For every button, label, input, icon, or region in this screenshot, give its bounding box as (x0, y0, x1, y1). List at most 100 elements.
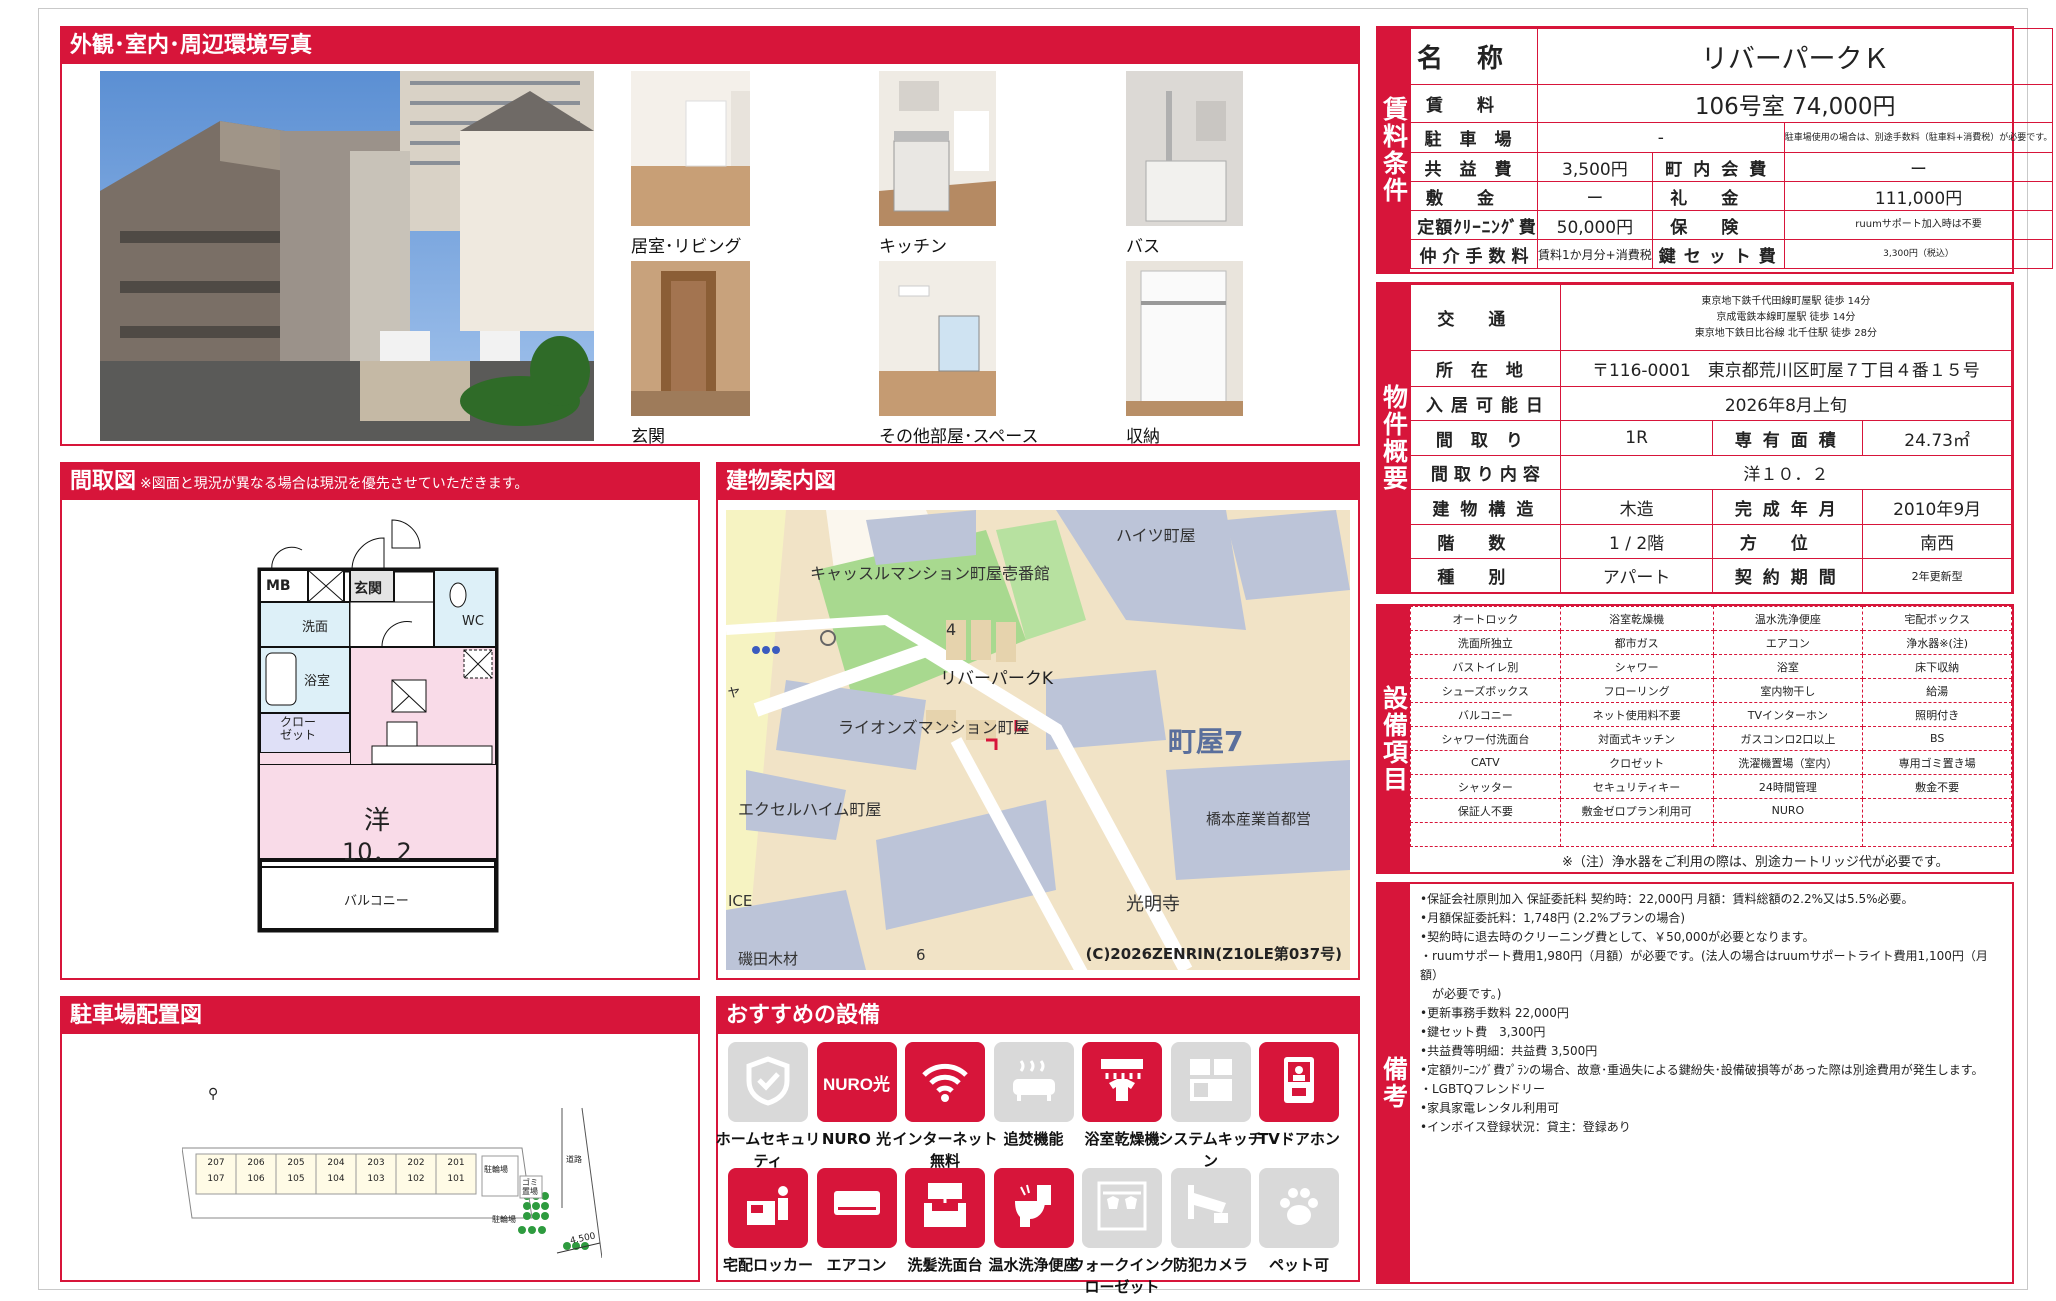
equipment-footnote: ※（注）浄水器をご利用の際は、別途カートリッジ代が必要です。 (1562, 855, 1949, 870)
recommended-tile (728, 1042, 808, 1122)
remark-line: •月額保証委託料：1,748円 (2.2%プランの場合) (1420, 911, 1686, 925)
equipment-row: シューズボックス フローリング 室内物干し 給湯 (1410, 678, 2012, 703)
tv-intercom-icon (1272, 1053, 1326, 1111)
unit-104: 104 (327, 1174, 345, 1184)
layout-value: 1R (1559, 420, 1714, 456)
rent-value: 106号室 74,000円 (1537, 84, 2054, 123)
equipment-item: 都市ガス (1559, 630, 1714, 655)
insurance-value: ruumサポート加入時は不要 (1783, 210, 2054, 240)
equipment-item: 敷金ゼロプラン利用可 (1559, 798, 1714, 823)
parking-value: - (1537, 122, 1785, 153)
equipment-row: バルコニー ネット使用料不要 TVインターホン 照明付き (1410, 702, 2012, 727)
map-label-castle: キャッスルマンション町屋壱番館 (810, 564, 1051, 583)
equipment-item: 敷金不要 (1862, 774, 2012, 799)
remark-line: •保証会社原則加入 保証委託料 契約時：22,000円 月額：賃料総額の2.2%… (1420, 892, 1914, 906)
layout-detail-label: 間取り内容 (1410, 455, 1561, 490)
equipment-item (1862, 822, 2012, 847)
key-exchange-label: 鍵セット費 (1651, 239, 1785, 269)
property-side-label: 物件概要 (1378, 284, 1410, 592)
remarks-side-text: 備考 (1379, 1056, 1409, 1110)
bath-photo[interactable] (1126, 71, 1243, 226)
entrance-photo[interactable] (631, 261, 750, 416)
rent-label: 賃料 (1409, 84, 1539, 123)
recommended-tile (993, 1168, 1074, 1248)
recommended-tile (1170, 1168, 1251, 1248)
equipment-item: 温水洗浄便座 (1712, 606, 1864, 631)
parking-note: 駐車場使用の場合は、別途手数料（駐車料+消費税）が必要です。 (1783, 122, 2054, 153)
area-map[interactable]: ハイツ町屋 キャッスルマンション町屋壱番館 4 リバーパークK ライオンズマンシ… (726, 510, 1350, 970)
cleaning-fee-label: 定額ｸﾘｰﾆﾝｸﾞ費 (1409, 210, 1539, 240)
security-camera-icon (1184, 1179, 1238, 1237)
recommended-label: ペット可 (1268, 1256, 1329, 1274)
area-value: 24.73㎡ (1862, 420, 2012, 456)
built-label: 完成年月 (1712, 489, 1864, 525)
property-table: 交通 東京地下鉄千代田線町屋駅 徒歩 14分 京成電鉄本線町屋駅 徒歩 14分 … (1410, 284, 2013, 593)
recommended-tile (905, 1168, 985, 1248)
room-bath: 浴室 (304, 674, 331, 689)
map-label-machiya7: 町屋7 (1168, 725, 1244, 758)
access-line-3: 東京地下鉄日比谷線 北千住駅 徒歩 28分 (1694, 327, 1878, 339)
parking-title: 駐車場配置図 (62, 998, 698, 1034)
deposit-label: 敷金 (1409, 181, 1539, 211)
town-fee-value: ー (1783, 152, 2054, 182)
map-label-property: リバーパークK (940, 669, 1053, 689)
deposit-value: ー (1537, 181, 1653, 211)
remark-line: •更新事務手数料 22,000円 (1420, 1006, 1569, 1020)
kitchen-caption: キッチン (879, 237, 947, 257)
room-main-size: 10．2 (342, 838, 412, 866)
equipment-item: BS (1862, 726, 2012, 751)
remark-line: が必要です。) (1420, 987, 1502, 1001)
paw-icon (1272, 1179, 1326, 1237)
unit-205: 205 (287, 1158, 305, 1168)
contract-value: 2年更新型 (1862, 558, 2012, 593)
recommended-tile (1082, 1168, 1162, 1248)
equipment-item: 浄水器※(注) (1862, 630, 2012, 655)
equipment-item (1712, 822, 1864, 847)
equipment-row: バストイレ別 シャワー 浴室 床下収納 (1410, 654, 2012, 679)
floorplan-panel: 間取図 ※図面と現況が異なる場合は現況を優先させていただきます。 MB 玄関 洗… (60, 462, 700, 980)
room-wc: WC (462, 614, 484, 629)
equipment-item: 洗濯機置場（室内） (1712, 750, 1864, 775)
movein-label: 入居可能日 (1410, 386, 1561, 421)
unit-107: 107 (207, 1174, 225, 1184)
walk-in-closet-icon (1095, 1179, 1149, 1237)
unit-105: 105 (287, 1174, 305, 1184)
equipment-side-text: 設備項目 (1379, 685, 1409, 793)
equipment-row: シャッター セキュリティキー 24時間管理 敷金不要 (1410, 774, 2012, 799)
unit-204: 204 (327, 1158, 345, 1168)
delivery-locker-icon (741, 1179, 795, 1237)
structure-value: 木造 (1559, 489, 1714, 525)
map-panel: 建物案内図 ハイツ町屋 キャッスルマンション町屋壱番館 4 リバーパークK ライ… (716, 462, 1360, 980)
equipment-item: 保証人不要 (1410, 798, 1561, 823)
floorplan-note: ※図面と現況が異なる場合は現況を優先させていただきます。 (140, 476, 529, 492)
remark-line: •家具家電レンタル利用可 (1420, 1101, 1560, 1115)
exterior-photo[interactable] (100, 71, 594, 441)
recommended-label: TVドアホン (1258, 1130, 1340, 1148)
equipment-row: CATV クロゼット 洗濯機置場（室内） 専用ゴミ置き場 (1410, 750, 2012, 775)
map-label-excel: エクセルハイム町屋 (738, 800, 882, 819)
bath-dryer-icon (1095, 1053, 1149, 1111)
layout-label: 間取り (1410, 420, 1561, 456)
rent-side-label: 賃料条件 (1378, 28, 1410, 272)
floorplan-drawing: MB 玄関 洗面 WC 浴室 クロー ゼット 洋 10．2 バルコニー (252, 510, 512, 960)
rent-side-text: 賃料条件 (1379, 96, 1409, 204)
equipment-item: バストイレ別 (1410, 654, 1561, 679)
remarks-notes: •保証会社原則加入 保証委託料 契約時：22,000円 月額：賃料総額の2.2%… (1420, 890, 2004, 1137)
town-fee-label: 町内会費 (1651, 152, 1785, 182)
kitchen-photo[interactable] (879, 71, 996, 226)
air-conditioner-icon (830, 1179, 884, 1237)
equipment-item: シャッター (1410, 774, 1561, 799)
property-overview: 物件概要 交通 東京地下鉄千代田線町屋駅 徒歩 14分 京成電鉄本線町屋駅 徒歩… (1376, 282, 2014, 594)
storage-photo[interactable] (1126, 261, 1243, 416)
nuro-icon: NURO光 (822, 1074, 891, 1094)
other-room-photo[interactable] (879, 261, 996, 416)
living-room-photo[interactable] (631, 71, 750, 226)
address-value: 〒116-0001 東京都荒川区町屋７丁目４番１５号 (1559, 350, 2013, 387)
unit-203: 203 (367, 1158, 385, 1168)
equipment-item: 24時間管理 (1712, 774, 1864, 799)
equipment-item: TVインターホン (1712, 702, 1864, 727)
cleaning-fee-value: 50,000円 (1537, 210, 1653, 240)
remarks-block: 備考 •保証会社原則加入 保証委託料 契約時：22,000円 月額：賃料総額の2… (1376, 882, 2014, 1284)
key-money-label: 礼金 (1651, 181, 1785, 211)
map-label-block6: 6 (916, 946, 926, 964)
